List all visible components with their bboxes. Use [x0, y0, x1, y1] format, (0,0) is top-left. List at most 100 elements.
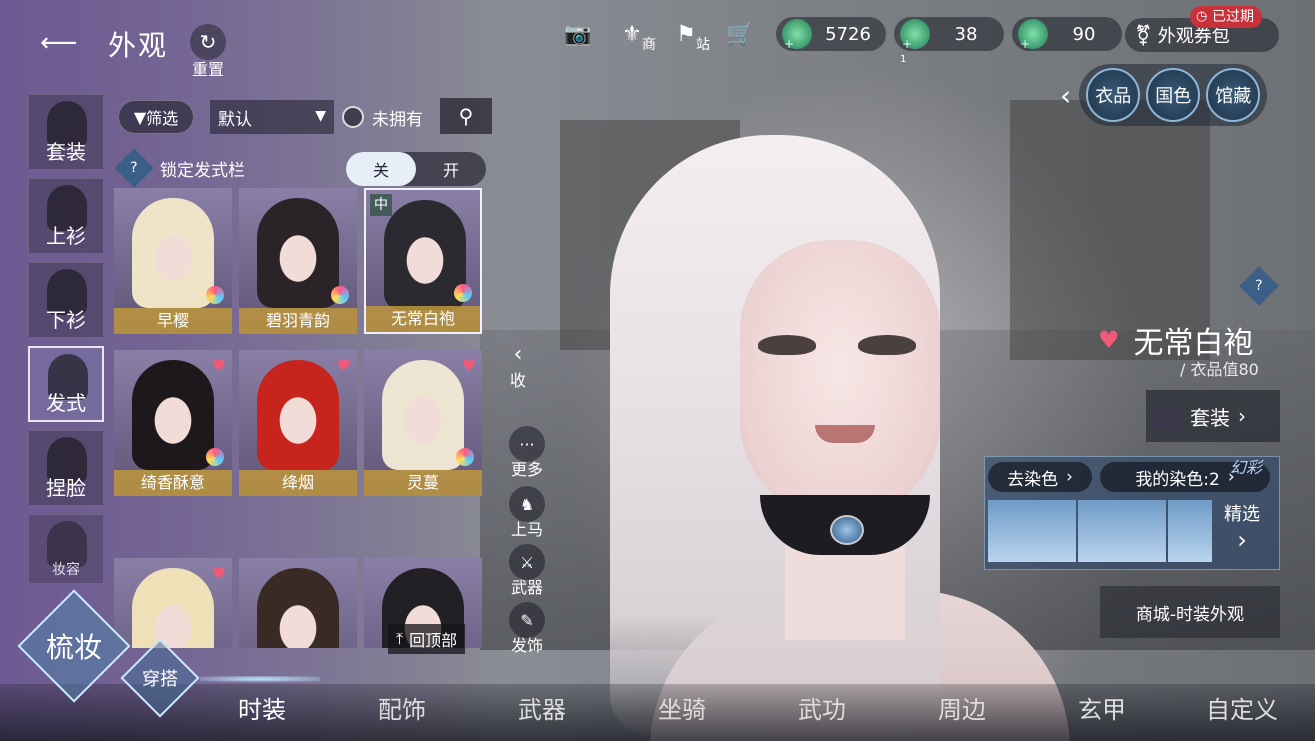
reset-label: 重置 [191, 60, 224, 79]
sidebar-item-label: 妆容 [52, 562, 80, 578]
hair-accessory-button[interactable]: ✎ 发饰 [506, 602, 548, 656]
back-arrow-icon[interactable]: ⟵ [40, 28, 77, 58]
active-tab-glow [200, 676, 320, 682]
bottom-tab[interactable]: 周边 [938, 690, 986, 725]
dye-orb-icon [206, 286, 224, 304]
toggle-on-option[interactable]: 开 [416, 152, 486, 186]
dye-thumbnail[interactable] [1078, 500, 1166, 562]
hairstyle-card[interactable]: ♥ [114, 558, 232, 648]
chevron-down-icon: ▼ [315, 108, 326, 124]
character-mouth [815, 425, 875, 443]
toggle-off-option[interactable]: 关 [346, 152, 416, 186]
sidebar-item-outfit[interactable]: 套装 [28, 94, 104, 170]
green-coin-icon [900, 19, 930, 51]
sort-value: 默认 [218, 109, 252, 130]
bottom-tab[interactable]: 坐骑 [658, 690, 706, 725]
arrow-up-icon: ⤒ [396, 629, 404, 648]
hairstyle-portrait [132, 360, 214, 470]
go-dye-button[interactable]: 去染色 › [988, 462, 1092, 492]
currency-jade[interactable]: 5726 [776, 17, 886, 51]
hairstyle-card[interactable]: 早樱 [114, 188, 232, 334]
sidebar-item-makeup[interactable]: 妆容 [28, 514, 104, 584]
category-button-national-color[interactable]: 国色 [1146, 68, 1201, 122]
lock-hairstyle-toggle[interactable]: 关 开 [346, 152, 486, 186]
hairstyle-name: 早樱 [114, 308, 232, 334]
station-icon[interactable]: ⚑ 站 [668, 16, 710, 54]
tool-label: 上马 [510, 520, 543, 539]
jade-coin-icon [782, 19, 812, 51]
hairstyle-grid: 早樱 碧羽青韵中无常白袍 ♥ 绮香酥意 ♥ 绛烟 ♥ 灵蔓 ♥ [114, 188, 484, 648]
hairstyle-card[interactable] [239, 558, 357, 648]
chevron-right-icon: › [1237, 526, 1247, 554]
sidebar-item-top[interactable]: 上衫 [28, 178, 104, 254]
merchant-icon[interactable]: ⚜ 商 [614, 16, 656, 54]
lock-hairstyle-label: 锁定发式栏 [160, 160, 245, 181]
reset-button[interactable]: ↻ 重置 [188, 24, 228, 80]
hairstyle-name: 碧羽青韵 [239, 308, 357, 334]
hairstyle-card[interactable]: ♥ 绮香酥意 [114, 350, 232, 496]
sidebar-item-bottom[interactable]: 下衫 [28, 262, 104, 338]
currency-value: 5726 [825, 23, 871, 45]
hairstyle-name: 灵蔓 [364, 470, 482, 496]
help-icon[interactable]: ? [114, 148, 154, 188]
unowned-radio-icon [342, 106, 364, 128]
dye-orb-icon [454, 284, 472, 302]
mount-button[interactable]: ♞ 上马 [506, 486, 548, 540]
expired-badge: 已过期 [1190, 6, 1262, 28]
currency-subtext: 1 [900, 54, 907, 65]
featured-dyes-button[interactable]: 精选 › [1222, 500, 1262, 554]
dye-thumbnail[interactable] [1168, 500, 1212, 562]
category-pill: 衣品 国色 馆藏 [1079, 64, 1268, 126]
back-to-top-label: 回顶部 [409, 631, 458, 650]
favorite-heart-icon[interactable]: ♥ [1098, 326, 1120, 354]
sidebar-item-label: 上衫 [46, 224, 86, 248]
hairstyle-card[interactable]: ♥ 灵蔓 [364, 350, 482, 496]
favorite-heart-icon: ♥ [211, 356, 226, 375]
category-button-collection[interactable]: 馆藏 [1206, 68, 1261, 122]
shop-fashion-link[interactable]: 商城-时装外观 [1100, 586, 1280, 638]
token-coin-icon [1018, 19, 1048, 51]
search-button[interactable]: ⚲ [440, 98, 492, 134]
chevron-right-icon: › [1238, 404, 1246, 428]
my-dyes-label: 我的染色:2 [1135, 469, 1220, 490]
character-eye-right [858, 335, 916, 355]
currency-token[interactable]: 90 [1012, 17, 1122, 51]
bottom-tab[interactable]: 自定义 [1206, 690, 1278, 725]
sidebar-item-face[interactable]: 捏脸 [28, 430, 104, 506]
hairstyle-card[interactable]: ♥ 绛烟 [239, 350, 357, 496]
search-icon: ⚲ [458, 104, 474, 128]
reset-icon: ↻ [190, 24, 226, 60]
bottom-tab[interactable]: 配饰 [378, 690, 426, 725]
station-icon-label: 站 [696, 37, 710, 53]
sidebar-item-label: 捏脸 [46, 476, 86, 500]
sidebar-item-label: 下衫 [46, 308, 86, 332]
cart-icon[interactable]: 🛒 [722, 16, 758, 52]
character-model[interactable] [590, 120, 1110, 741]
currency-value: 90 [1072, 23, 1096, 45]
filter-button[interactable]: ▼ 筛选 [118, 100, 194, 134]
weapon-button[interactable]: ⚔ 武器 [506, 544, 548, 598]
hairstyle-tag: 中 [370, 194, 392, 216]
unowned-checkbox[interactable]: 未拥有 [342, 100, 423, 134]
collapse-label: 收 [510, 371, 527, 390]
sort-select[interactable]: 默认 ▼ [210, 100, 334, 134]
dye-thumbnail[interactable] [988, 500, 1076, 562]
bottom-tab[interactable]: 武器 [518, 690, 566, 725]
sidebar-item-hairstyle[interactable]: 发式 [28, 346, 104, 422]
item-clothing-value: / 衣品值80 [1180, 360, 1259, 379]
more-button[interactable]: ··· 更多 [506, 426, 548, 480]
bottom-tab[interactable]: 玄甲 [1078, 690, 1126, 725]
hairstyle-card[interactable]: 碧羽青韵 [239, 188, 357, 334]
dye-orb-icon [206, 448, 224, 466]
camera-icon[interactable]: 📷 [560, 16, 596, 52]
collapse-button[interactable]: ‹ 收 [510, 342, 526, 391]
currency-green[interactable]: 38 [894, 17, 1004, 51]
hairstyle-card[interactable]: 中无常白袍 [364, 188, 482, 334]
sidebar-item-label: 发式 [46, 391, 86, 415]
bottom-tab[interactable]: 时装 [238, 690, 286, 725]
bottom-tab[interactable]: 武功 [798, 690, 846, 725]
category-button-clothing[interactable]: 衣品 [1086, 68, 1141, 122]
back-to-top-button[interactable]: ⤒ 回顶部 [388, 624, 466, 654]
outfit-set-button[interactable]: 套装 › [1146, 390, 1280, 442]
chevron-left-icon[interactable]: ‹ [1060, 79, 1071, 112]
